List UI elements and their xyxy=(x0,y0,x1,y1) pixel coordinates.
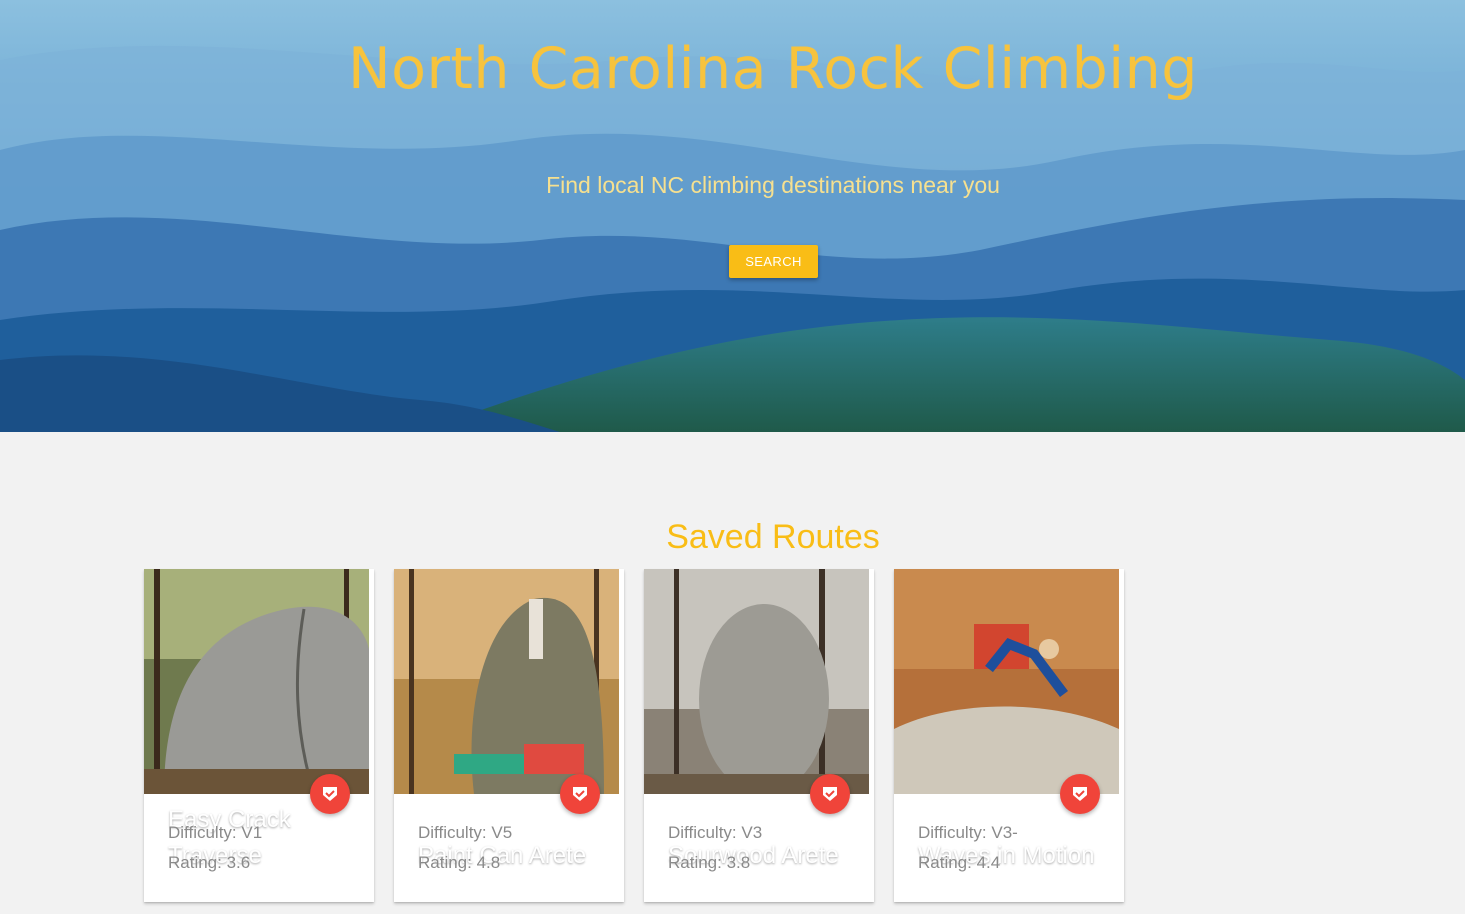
route-card[interactable]: Easy Crack Traverse Difficulty: V1 Ratin… xyxy=(144,569,374,902)
hero-banner: North Carolina Rock Climbing Find local … xyxy=(0,0,1465,432)
route-difficulty: Difficulty: V3 xyxy=(668,823,763,842)
bookmark-check-icon xyxy=(1073,787,1087,801)
page-subtitle: Find local NC climbing destinations near… xyxy=(546,172,1000,198)
route-image xyxy=(644,569,869,794)
bookmark-check-icon xyxy=(823,787,837,801)
route-card[interactable]: Waves in Motion Difficulty: V3- Rating: … xyxy=(894,569,1124,902)
route-details: Difficulty: V5 Rating: 4.8 xyxy=(418,821,512,881)
route-details: Difficulty: V3 Rating: 3.8 xyxy=(668,821,762,881)
route-details: Difficulty: V1 Rating: 3.6 xyxy=(168,821,262,881)
route-rating: Rating: 3.8 xyxy=(668,853,751,872)
bookmark-check-icon xyxy=(323,787,337,801)
route-difficulty: Difficulty: V1 xyxy=(168,823,263,842)
save-route-button[interactable] xyxy=(810,774,850,814)
route-image xyxy=(144,569,369,794)
route-rating: Rating: 4.4 xyxy=(918,853,1001,872)
route-difficulty: Difficulty: V3- xyxy=(918,823,1018,842)
route-image xyxy=(894,569,1119,794)
route-rating: Rating: 4.8 xyxy=(418,853,501,872)
route-card[interactable]: Sourwood Arete Difficulty: V3 Rating: 3.… xyxy=(644,569,874,902)
save-route-button[interactable] xyxy=(1060,774,1100,814)
saved-routes-heading: Saved Routes xyxy=(666,518,880,556)
save-route-button[interactable] xyxy=(560,774,600,814)
page-title: North Carolina Rock Climbing xyxy=(348,36,1198,102)
route-difficulty: Difficulty: V5 xyxy=(418,823,513,842)
save-route-button[interactable] xyxy=(310,774,350,814)
route-image xyxy=(394,569,619,794)
bookmark-check-icon xyxy=(573,787,587,801)
route-details: Difficulty: V3- Rating: 4.4 xyxy=(918,821,1018,881)
search-button[interactable]: SEARCH xyxy=(729,245,818,278)
route-rating: Rating: 3.6 xyxy=(168,853,251,872)
route-card[interactable]: Paint Can Arete Difficulty: V5 Rating: 4… xyxy=(394,569,624,902)
